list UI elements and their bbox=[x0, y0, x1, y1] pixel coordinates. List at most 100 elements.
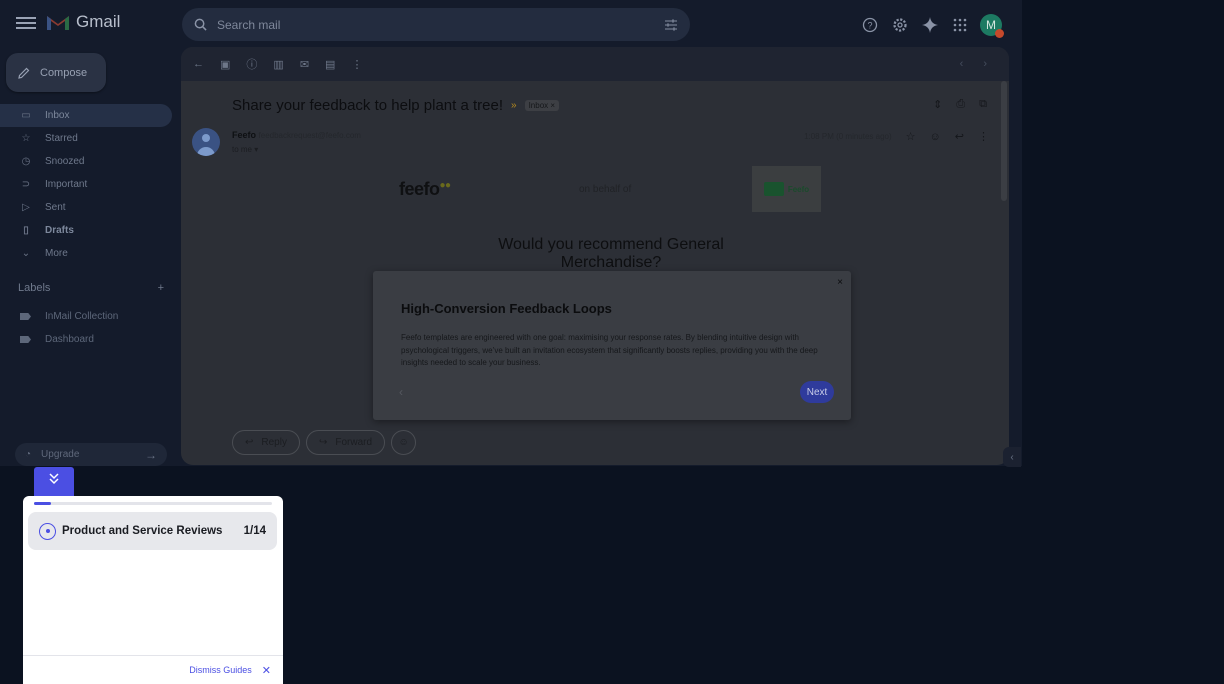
email-subject-row: Share your feedback to help plant a tree… bbox=[232, 97, 560, 114]
message-time: 1:08 PM (0 minutes ago) bbox=[804, 132, 892, 141]
open-new-window-icon[interactable]: ⧉ bbox=[979, 98, 987, 111]
archive-icon[interactable]: ▣ bbox=[220, 58, 230, 71]
sidebar-item-sent[interactable]: ▷ Sent bbox=[0, 196, 172, 219]
older-icon[interactable]: › bbox=[983, 58, 987, 70]
pagination: ‹ › bbox=[960, 58, 1009, 70]
guides-collapse-button[interactable] bbox=[34, 467, 74, 497]
recommend-question: Would you recommend General Merchandise? bbox=[498, 236, 724, 271]
forward-button[interactable]: ↪ Forward bbox=[305, 430, 386, 455]
upgrade-button[interactable]: ◔ Upgrade → bbox=[15, 443, 167, 466]
pencil-icon bbox=[18, 67, 30, 79]
sidebar-item-label: Drafts bbox=[45, 225, 74, 236]
chevron-left-icon: ‹ bbox=[1010, 451, 1014, 463]
sidebar-item-inbox[interactable]: ▭ Inbox bbox=[0, 104, 172, 127]
gmail-logo[interactable]: Gmail bbox=[46, 12, 120, 32]
emoji-icon[interactable]: ☺ bbox=[930, 131, 941, 143]
recipient-label: to me bbox=[232, 145, 253, 154]
sidebar-item-important[interactable]: ⊃ Important bbox=[0, 173, 172, 196]
close-icon[interactable]: × bbox=[837, 277, 843, 288]
search-bar[interactable] bbox=[182, 8, 690, 41]
sidebar-item-starred[interactable]: ☆ Starred bbox=[0, 127, 172, 150]
subject-actions: ⇕ ⎙ ⧉ bbox=[933, 98, 987, 111]
search-options-icon[interactable] bbox=[664, 19, 678, 31]
svg-text:?: ? bbox=[867, 21, 872, 31]
emoji-icon: ☺ bbox=[398, 437, 409, 448]
brand-leaf-icon bbox=[763, 182, 784, 196]
sender-info: Feefo feedbackrequest@feefo.com bbox=[232, 130, 361, 140]
labels-header: Labels + bbox=[18, 282, 164, 294]
guides-footer: Dismiss Guides ✕ bbox=[23, 655, 283, 684]
star-icon: ☆ bbox=[21, 133, 31, 144]
sidebar-item-label: More bbox=[45, 248, 68, 259]
reply-button[interactable]: ↩ Reply bbox=[232, 430, 300, 455]
emoji-react-button[interactable]: ☺ bbox=[391, 430, 417, 455]
sidebar-item-more[interactable]: ⌄ More bbox=[0, 242, 172, 265]
newer-icon[interactable]: ‹ bbox=[960, 58, 964, 70]
close-icon[interactable]: ✕ bbox=[262, 664, 271, 677]
print-icon[interactable]: ⎙ bbox=[956, 98, 965, 111]
compose-button[interactable]: Compose bbox=[6, 53, 106, 92]
on-behalf-text: on behalf of bbox=[579, 184, 632, 195]
sender-avatar bbox=[192, 128, 220, 156]
account-avatar[interactable]: M bbox=[980, 14, 1004, 38]
upgrade-icon: ◔ bbox=[25, 449, 32, 460]
mark-unread-icon[interactable]: ✉ bbox=[300, 58, 309, 71]
previous-icon[interactable]: ‹ bbox=[399, 385, 403, 399]
clock-icon: ◷ bbox=[21, 156, 31, 167]
move-to-icon[interactable]: ▤ bbox=[325, 58, 335, 71]
main-menu-icon[interactable] bbox=[16, 14, 36, 34]
add-label-icon[interactable]: + bbox=[158, 282, 164, 294]
sidebar-nav: ▭ Inbox ☆ Starred ◷ Snoozed ⊃ Important … bbox=[0, 104, 172, 265]
logo-eyes-icon: ●● bbox=[439, 180, 452, 191]
sidebar-item-label: Important bbox=[45, 179, 88, 190]
message-meta: 1:08 PM (0 minutes ago) ☆ ☺ ↩ ⋮ bbox=[804, 130, 989, 144]
next-button[interactable]: Next bbox=[800, 381, 834, 403]
delete-icon[interactable]: ▥ bbox=[273, 58, 283, 71]
sender-email: feedbackrequest@feefo.com bbox=[258, 131, 361, 140]
arrow-right-icon: → bbox=[145, 447, 157, 462]
forward-label: Forward bbox=[335, 437, 373, 448]
logo-text: feefo bbox=[399, 179, 440, 199]
more-vert-icon[interactable]: ⋮ bbox=[351, 58, 362, 71]
caret-down-icon: ▾ bbox=[254, 145, 259, 154]
inbox-icon: ▭ bbox=[21, 110, 31, 121]
star-icon[interactable]: ☆ bbox=[906, 130, 916, 143]
apps-grid-icon[interactable] bbox=[950, 15, 970, 35]
guide-modal: × High-Conversion Feedback Loops Feefo t… bbox=[373, 271, 851, 420]
help-icon[interactable]: ? bbox=[860, 15, 880, 35]
guide-item[interactable]: Product and Service Reviews 1/14 bbox=[28, 512, 277, 550]
reply-actions: ↩ Reply ↪ Forward ☺ bbox=[232, 430, 417, 455]
more-vert-icon[interactable]: ⋮ bbox=[978, 130, 989, 143]
side-panel-toggle[interactable]: ‹ bbox=[1003, 447, 1021, 467]
report-spam-icon[interactable]: ⓘ bbox=[246, 56, 257, 72]
scrollbar[interactable] bbox=[1001, 81, 1007, 201]
inbox-label-chip[interactable]: Inbox × bbox=[524, 100, 560, 111]
settings-icon[interactable] bbox=[890, 15, 910, 35]
send-icon: ▷ bbox=[22, 202, 30, 213]
recipient-dropdown[interactable]: to me ▾ bbox=[232, 145, 258, 154]
dismiss-guides-link[interactable]: Dismiss Guides bbox=[189, 665, 252, 675]
label-name: InMail Collection bbox=[45, 311, 119, 322]
sidebar-item-label: Inbox bbox=[45, 110, 70, 121]
sidebar-item-snoozed[interactable]: ◷ Snoozed bbox=[0, 150, 172, 173]
gmail-m-icon bbox=[47, 16, 69, 30]
label-tag-icon bbox=[20, 313, 31, 320]
sidebar-item-drafts[interactable]: ▯ Drafts bbox=[0, 219, 172, 242]
reply-icon[interactable]: ↩ bbox=[955, 130, 964, 143]
back-icon[interactable]: ← bbox=[193, 58, 204, 70]
label-item[interactable]: Dashboard bbox=[20, 334, 94, 345]
avatar-letter: M bbox=[986, 18, 996, 32]
compose-label: Compose bbox=[40, 66, 88, 79]
expand-icon[interactable]: ⇕ bbox=[933, 98, 942, 111]
guide-name: Product and Service Reviews bbox=[62, 525, 223, 537]
important-marker-icon[interactable]: » bbox=[511, 100, 517, 111]
header-actions: ? M bbox=[860, 14, 1004, 38]
label-item[interactable]: InMail Collection bbox=[20, 311, 118, 322]
gemini-icon[interactable] bbox=[920, 15, 940, 35]
notification-badge bbox=[995, 29, 1004, 38]
search-icon[interactable] bbox=[194, 18, 207, 31]
brand-text: Feefo bbox=[787, 184, 810, 194]
label-tag-icon bbox=[20, 336, 31, 343]
reply-label: Reply bbox=[261, 437, 287, 448]
search-input[interactable] bbox=[217, 17, 664, 32]
